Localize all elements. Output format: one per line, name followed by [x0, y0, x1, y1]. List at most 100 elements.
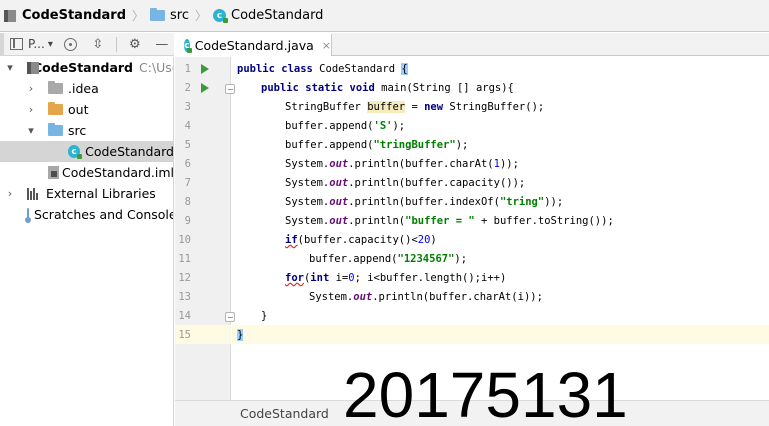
code-token: out [329, 215, 349, 227]
caret-line-highlight [232, 325, 769, 344]
code-token: if [285, 234, 298, 246]
code-token: new [424, 101, 444, 113]
tree-item-codestandard-class[interactable]: c CodeStandard [0, 141, 174, 162]
gear-icon: ⚙ [129, 36, 141, 52]
locate-file-button[interactable] [62, 35, 80, 53]
line-number: 9 [184, 215, 191, 227]
code-line-10: if(buffer.capacity()<20) [285, 231, 437, 250]
line-number: 14 [178, 310, 191, 322]
code-token: } [261, 310, 268, 322]
code-line-1: public class CodeStandard { [237, 60, 408, 79]
code-line-6: System.out.println(buffer.charAt(1)); [285, 155, 519, 174]
line-number: 6 [184, 158, 191, 170]
breadcrumb-project-label: CodeStandard [22, 8, 126, 23]
line-number: 8 [184, 196, 191, 208]
code-token: for [285, 272, 304, 284]
line-number: 10 [178, 234, 191, 246]
folder-icon [48, 102, 63, 115]
code-token: CodeStandard [312, 63, 402, 75]
code-token: )); [499, 158, 519, 170]
code-token: i= [329, 272, 349, 284]
chevron-down-icon[interactable]: ▾ [25, 124, 37, 137]
code-token: buffer [367, 101, 406, 113]
chevron-right-icon[interactable]: › [4, 187, 16, 200]
breadcrumb-file-label: CodeStandard [231, 8, 324, 23]
collapse-all-button[interactable]: ⇳ [89, 35, 107, 53]
tree-item-external-libraries[interactable]: › External Libraries [0, 183, 173, 204]
tree-item-src[interactable]: ▾ src [0, 120, 173, 141]
folder-icon [150, 8, 166, 21]
breadcrumb-separator-icon: 〉 [195, 9, 208, 23]
project-view-label: P... [28, 37, 45, 51]
minimize-icon: — [155, 36, 169, 52]
tree-item-idea[interactable]: › .idea [0, 78, 173, 99]
chevron-down-icon[interactable]: ▾ [4, 61, 16, 74]
tree-item-scratches[interactable]: Scratches and Consoles [0, 204, 174, 225]
code-token: .println(buffer.charAt( [348, 158, 494, 170]
code-token: "tringBuffer" [373, 139, 456, 151]
tree-item-label: Scratches and Consoles [34, 207, 174, 222]
breadcrumb-folder-label: src [170, 8, 189, 23]
project-tree: ▾ CodeStandard C:\Use › .idea › out ▾ sr… [0, 57, 174, 426]
code-token: )); [544, 196, 564, 208]
code-token: main(String [] args){ [374, 82, 514, 94]
run-main-icon[interactable] [201, 83, 209, 93]
code-token: buffer.append( [285, 139, 374, 151]
line-number: 3 [184, 101, 191, 113]
breadcrumb-folder[interactable]: src [150, 0, 189, 32]
module-file-icon [47, 165, 60, 180]
code-token: { [401, 63, 408, 75]
code-token: ; i<buffer.length();i++) [354, 272, 507, 284]
code-token: public static void [261, 82, 375, 94]
breadcrumb-project[interactable]: CodeStandard [4, 0, 126, 32]
tree-item-label: CodeStandard [85, 144, 174, 159]
code-token: public class [237, 63, 313, 75]
code-token: out [353, 291, 373, 303]
class-icon: c [184, 39, 192, 53]
code-token: "tring" [499, 196, 545, 208]
code-token: ); [455, 139, 469, 151]
fold-icon[interactable] [225, 312, 235, 322]
fold-icon[interactable] [225, 84, 235, 94]
tree-item-project-root[interactable]: ▾ CodeStandard C:\Use [0, 57, 173, 78]
code-token: out [329, 158, 349, 170]
code-line-11: buffer.append("1234567"); [309, 250, 467, 269]
target-icon [64, 37, 78, 51]
code-line-9: System.out.println("buffer = " + buffer.… [285, 212, 614, 231]
code-token: out [329, 196, 349, 208]
chevron-right-icon[interactable]: › [25, 103, 37, 116]
line-number: 12 [178, 272, 191, 284]
class-icon: c [213, 9, 229, 23]
project-view-selector[interactable]: P... ▾ [10, 37, 53, 51]
code-token: buffer.append( [309, 253, 398, 265]
code-line-5: buffer.append("tringBuffer"); [285, 136, 468, 155]
run-class-icon[interactable] [201, 64, 209, 74]
tree-item-out[interactable]: › out [0, 99, 173, 120]
code-token: StringBuffer(); [443, 101, 545, 113]
code-token: .println( [348, 215, 406, 227]
close-icon[interactable]: × [322, 39, 331, 52]
code-token: ); [454, 253, 468, 265]
breadcrumb-separator-icon: 〉 [132, 9, 145, 23]
code-token: "1234567" [397, 253, 455, 265]
editor-tab-codestandard-java[interactable]: c CodeStandard.java × [175, 33, 332, 56]
editor-breadcrumb-item[interactable]: CodeStandard [240, 406, 329, 421]
breadcrumb-file[interactable]: c CodeStandard [213, 0, 323, 32]
code-token: int [310, 272, 330, 284]
code-token: .println(buffer.indexOf( [348, 196, 500, 208]
navigation-bar: CodeStandard 〉 src 〉 c CodeStandard [0, 0, 769, 32]
code-token: 'S' [373, 120, 393, 132]
settings-button[interactable]: ⚙ [126, 35, 144, 53]
toolbar-divider [115, 36, 117, 52]
code-token: System. [285, 158, 330, 170]
tree-item-label: CodeStandard.iml [62, 165, 174, 180]
tree-item-iml[interactable]: CodeStandard.iml [0, 162, 174, 183]
overlay-number: 20175131 [343, 359, 628, 426]
tree-item-label: External Libraries [46, 186, 156, 201]
scratches-icon [25, 208, 31, 223]
chevron-right-icon[interactable]: › [25, 82, 37, 95]
project-tool-strip [0, 33, 4, 56]
library-icon [27, 187, 41, 200]
code-line-8: System.out.println(buffer.indexOf("tring… [285, 193, 563, 212]
hide-panel-button[interactable]: — [153, 35, 171, 53]
